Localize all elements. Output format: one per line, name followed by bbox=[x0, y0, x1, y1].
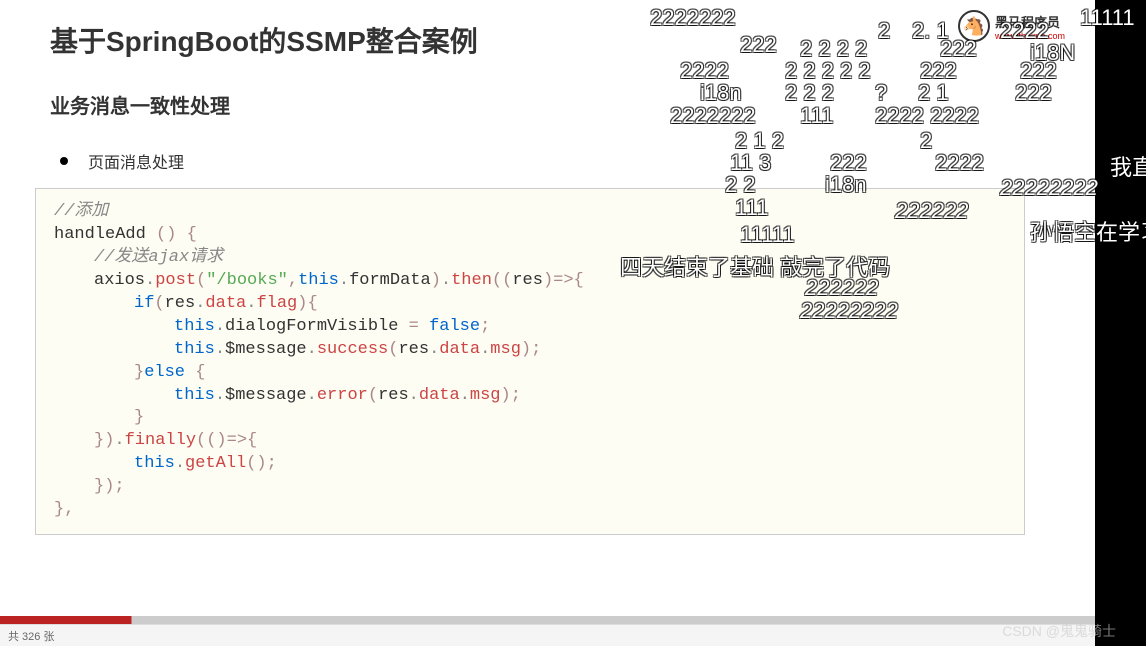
page-count: 共 326 张 bbox=[8, 631, 54, 643]
danmaku-comment: 我直 bbox=[1110, 150, 1146, 182]
danmaku-comment: 2 bbox=[878, 18, 890, 44]
danmaku-comment: 2 bbox=[920, 128, 932, 154]
danmaku-comment: 111 bbox=[735, 195, 768, 221]
code-comment: //添加 bbox=[54, 202, 108, 221]
danmaku-comment: 2222222 bbox=[650, 5, 736, 31]
code-block: //添加 handleAdd () { //发送ajax请求 axios.pos… bbox=[35, 188, 1025, 535]
danmaku-comment: 111 bbox=[800, 103, 833, 129]
danmaku-comment: 222222 bbox=[895, 198, 968, 224]
status-bar: 共 326 张 bbox=[0, 624, 1095, 646]
page-title: 基于SpringBoot的SSMP整合案例 bbox=[50, 20, 1045, 60]
danmaku-comment: 11111 bbox=[1080, 5, 1135, 31]
danmaku-comment: i18n bbox=[825, 172, 867, 198]
progress-bar[interactable] bbox=[0, 616, 1095, 624]
csdn-watermark: CSDN @鬼鬼骑士 bbox=[1002, 621, 1116, 641]
bullet-text: 页面消息处理 bbox=[88, 149, 184, 173]
bullet-dot-icon bbox=[60, 157, 68, 165]
danmaku-comment: 11111 bbox=[740, 222, 795, 248]
danmaku-comment: 孙悟空在学习 bbox=[1030, 215, 1146, 247]
danmaku-comment: 2222 bbox=[935, 150, 984, 176]
danmaku-comment: 222 bbox=[740, 32, 777, 58]
danmaku-comment: 22222222 bbox=[1000, 175, 1098, 201]
right-border bbox=[1095, 0, 1146, 646]
danmaku-comment: 2222222 bbox=[670, 103, 756, 129]
danmaku-comment: 22222222 bbox=[800, 298, 898, 324]
danmaku-comment: 222 bbox=[1015, 80, 1052, 106]
bullet-item: 页面消息处理 bbox=[60, 149, 1045, 173]
danmaku-comment: 2222 2222 bbox=[875, 103, 979, 129]
